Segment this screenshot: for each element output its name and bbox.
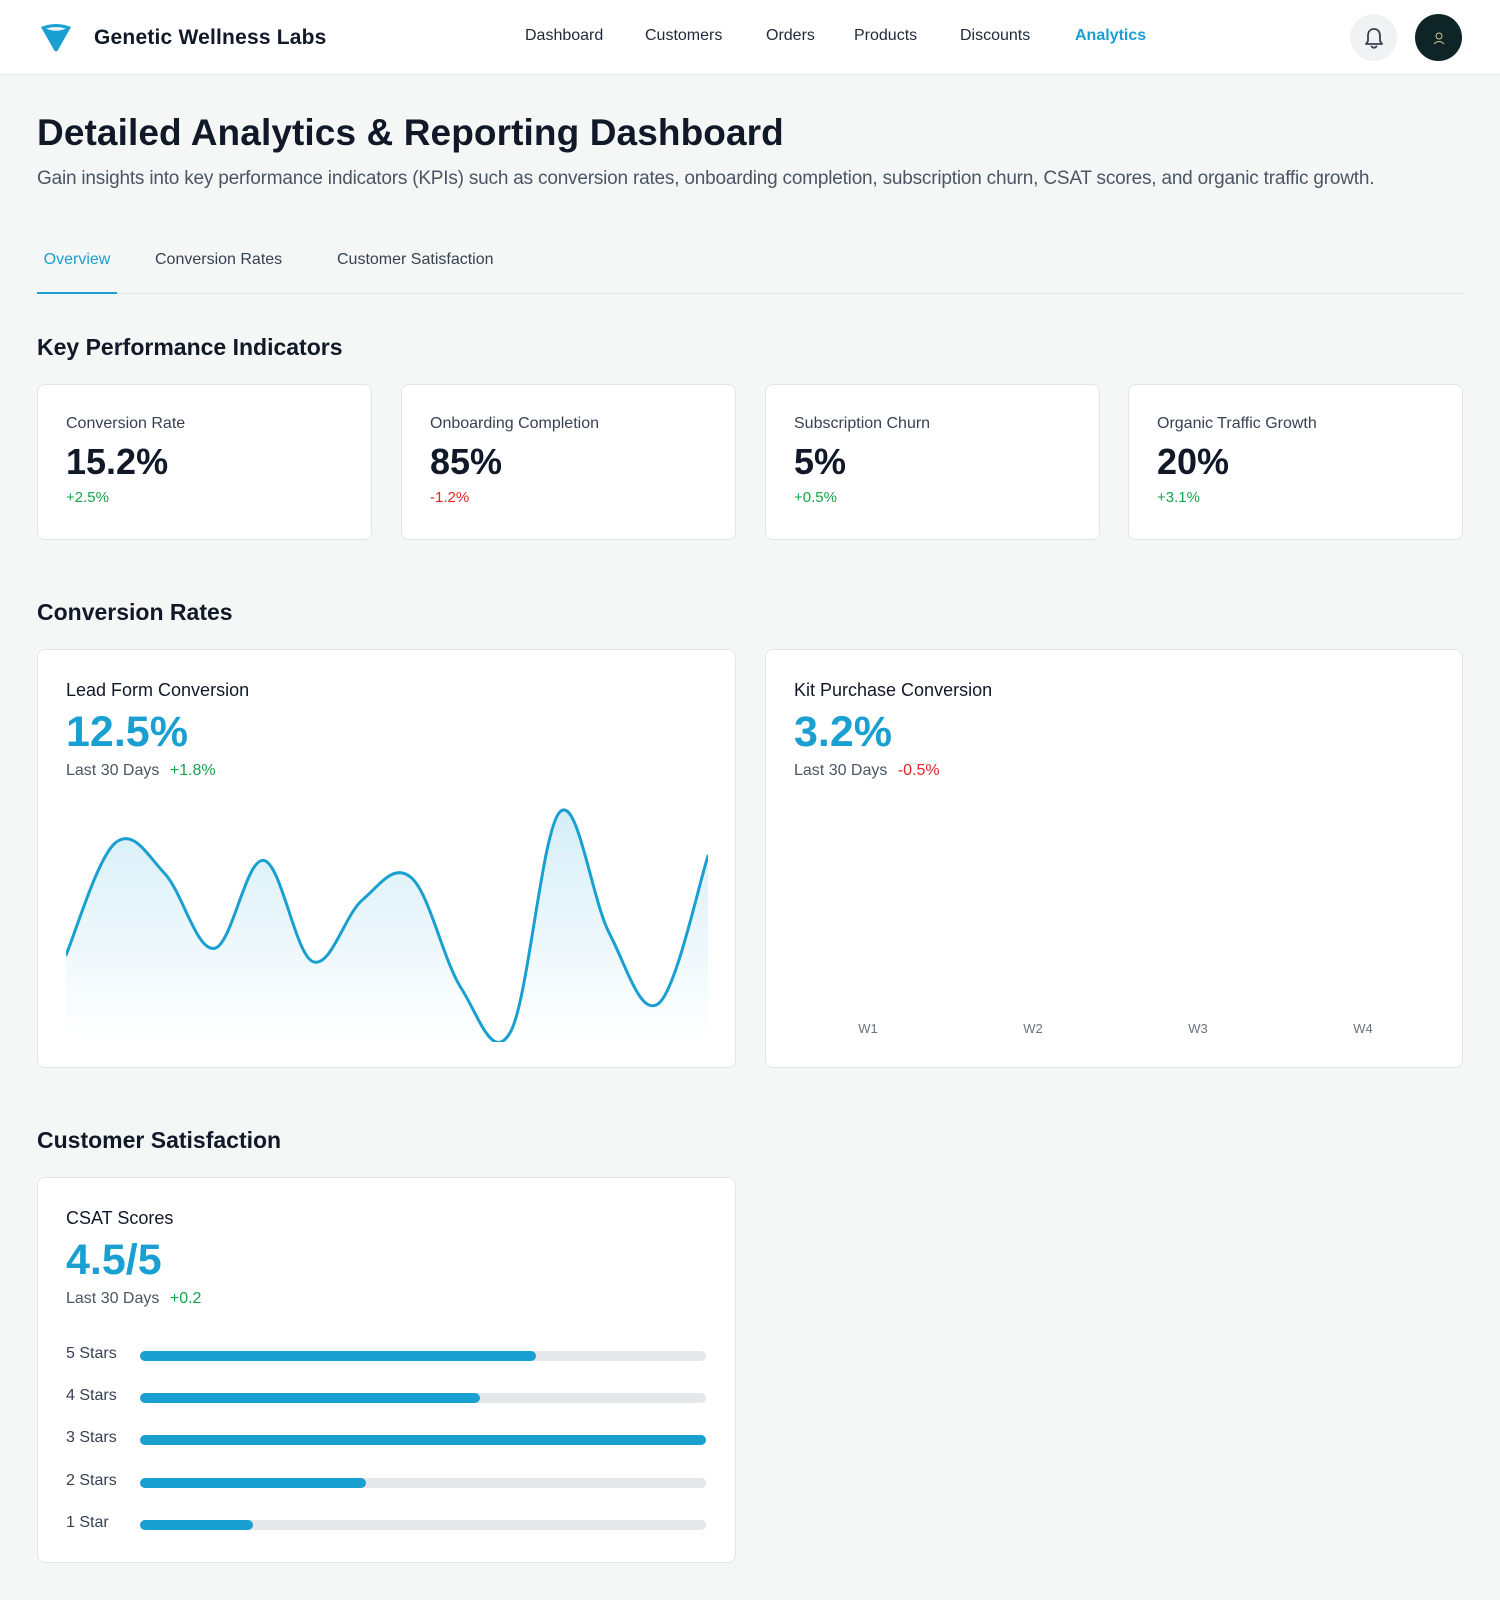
kit-purchase-conversion-card: Kit Purchase Conversion 3.2% Last 30 Day… bbox=[765, 649, 1463, 1068]
chart-period: Last 30 Days bbox=[794, 762, 888, 779]
csat-meta: Last 30 Days +0.2 bbox=[66, 1290, 201, 1308]
kpi-value: 85% bbox=[430, 441, 503, 482]
rating-row-3-stars: 3 Stars bbox=[66, 1427, 706, 1447]
bell-icon bbox=[1364, 27, 1383, 49]
chart-value: 3.2% bbox=[794, 708, 893, 756]
page-subtitle: Gain insights into key performance indic… bbox=[37, 168, 1375, 189]
conversion-section-title: Conversion Rates bbox=[37, 599, 233, 625]
rating-bar-track bbox=[140, 1435, 706, 1445]
chart-delta: +1.8% bbox=[169, 762, 216, 779]
top-navigation-bar: Genetic Wellness Labs Dashboard Customer… bbox=[0, 0, 1500, 75]
kpi-card-organic-traffic-growth: Organic Traffic Growth 20% +3.1% bbox=[1128, 384, 1463, 540]
kpi-card-onboarding-completion: Onboarding Completion 85% -1.2% bbox=[401, 384, 736, 540]
chart-value: 12.5% bbox=[66, 708, 188, 756]
csat-period: Last 30 Days bbox=[66, 1290, 160, 1307]
main-nav: Dashboard Customers Orders Products Disc… bbox=[0, 27, 1500, 51]
kpi-delta: -1.2% bbox=[430, 489, 470, 506]
rating-label: 4 Stars bbox=[66, 1387, 117, 1404]
chart-title: Lead Form Conversion bbox=[66, 680, 250, 700]
rating-row-5-stars: 5 Stars bbox=[66, 1343, 706, 1363]
chart-meta: Last 30 Days +1.8% bbox=[66, 762, 216, 780]
rating-label: 3 Stars bbox=[66, 1429, 117, 1446]
avatar[interactable] bbox=[1415, 14, 1462, 61]
nav-item-dashboard[interactable]: Dashboard bbox=[525, 27, 603, 45]
tab-customer-satisfaction[interactable]: Customer Satisfaction bbox=[337, 236, 494, 294]
chart-meta: Last 30 Days -0.5% bbox=[794, 762, 940, 780]
csat-value: 4.5/5 bbox=[66, 1236, 162, 1284]
rating-bar-track bbox=[140, 1478, 706, 1488]
x-tick-label: W1 bbox=[858, 1021, 878, 1036]
rating-bar-fill bbox=[140, 1393, 480, 1403]
notifications-button[interactable] bbox=[1350, 14, 1397, 61]
kpi-label: Conversion Rate bbox=[66, 415, 186, 432]
rating-label: 2 Stars bbox=[66, 1472, 117, 1489]
nav-item-discounts[interactable]: Discounts bbox=[960, 27, 1030, 45]
lead-conversion-area-chart bbox=[66, 808, 708, 1042]
rating-bar-track bbox=[140, 1351, 706, 1361]
rating-bar-fill bbox=[140, 1520, 254, 1530]
kpi-value: 15.2% bbox=[66, 441, 169, 482]
kpi-value: 20% bbox=[1157, 441, 1230, 482]
kpi-label: Onboarding Completion bbox=[430, 415, 599, 432]
satisfaction-section-title: Customer Satisfaction bbox=[37, 1127, 282, 1153]
csat-title: CSAT Scores bbox=[66, 1208, 174, 1228]
rating-label: 5 Stars bbox=[66, 1345, 117, 1362]
csat-delta: +0.2 bbox=[169, 1290, 202, 1307]
x-tick-label: W2 bbox=[1023, 1021, 1043, 1036]
x-tick-label: W3 bbox=[1188, 1021, 1208, 1036]
rating-row-1-star: 1 Star bbox=[66, 1512, 706, 1532]
kpi-label: Subscription Churn bbox=[794, 415, 931, 432]
tab-overview[interactable]: Overview bbox=[37, 236, 117, 294]
tab-conversion-rates[interactable]: Conversion Rates bbox=[155, 236, 282, 294]
kpi-section-title: Key Performance Indicators bbox=[37, 334, 343, 360]
series-area-fill bbox=[66, 809, 708, 1042]
x-tick-label: W4 bbox=[1353, 1021, 1373, 1036]
rating-bar-fill bbox=[140, 1478, 367, 1488]
avatar-monogram-icon bbox=[1433, 32, 1444, 44]
kpi-label: Organic Traffic Growth bbox=[1157, 415, 1317, 432]
kpi-card-subscription-churn: Subscription Churn 5% +0.5% bbox=[765, 384, 1100, 540]
rating-bar-fill bbox=[140, 1351, 537, 1361]
chart-title: Kit Purchase Conversion bbox=[794, 680, 993, 700]
rating-label: 1 Star bbox=[66, 1514, 109, 1531]
kpi-delta: +2.5% bbox=[66, 489, 109, 506]
kpi-delta: +0.5% bbox=[794, 489, 837, 506]
nav-item-products[interactable]: Products bbox=[854, 27, 917, 45]
kpi-value: 5% bbox=[794, 441, 847, 482]
rating-row-2-stars: 2 Stars bbox=[66, 1470, 706, 1490]
chart-delta: -0.5% bbox=[897, 762, 940, 779]
chart-period: Last 30 Days bbox=[66, 762, 160, 779]
nav-item-orders[interactable]: Orders bbox=[766, 27, 815, 45]
rating-bar-fill bbox=[140, 1435, 706, 1445]
nav-item-customers[interactable]: Customers bbox=[645, 27, 722, 45]
rating-row-4-stars: 4 Stars bbox=[66, 1385, 706, 1405]
csat-card: CSAT Scores 4.5/5 Last 30 Days +0.2 5 St… bbox=[37, 1177, 736, 1563]
rating-bar-track bbox=[140, 1520, 706, 1530]
rating-bar-track bbox=[140, 1393, 706, 1403]
kpi-delta: +3.1% bbox=[1157, 489, 1200, 506]
tab-bar: Overview Conversion Rates Customer Satis… bbox=[37, 236, 1463, 294]
nav-item-analytics[interactable]: Analytics bbox=[1075, 27, 1146, 45]
lead-form-conversion-card: Lead Form Conversion 12.5% Last 30 Days … bbox=[37, 649, 736, 1068]
kpi-card-conversion-rate: Conversion Rate 15.2% +2.5% bbox=[37, 384, 372, 540]
page-title: Detailed Analytics & Reporting Dashboard bbox=[37, 112, 784, 153]
